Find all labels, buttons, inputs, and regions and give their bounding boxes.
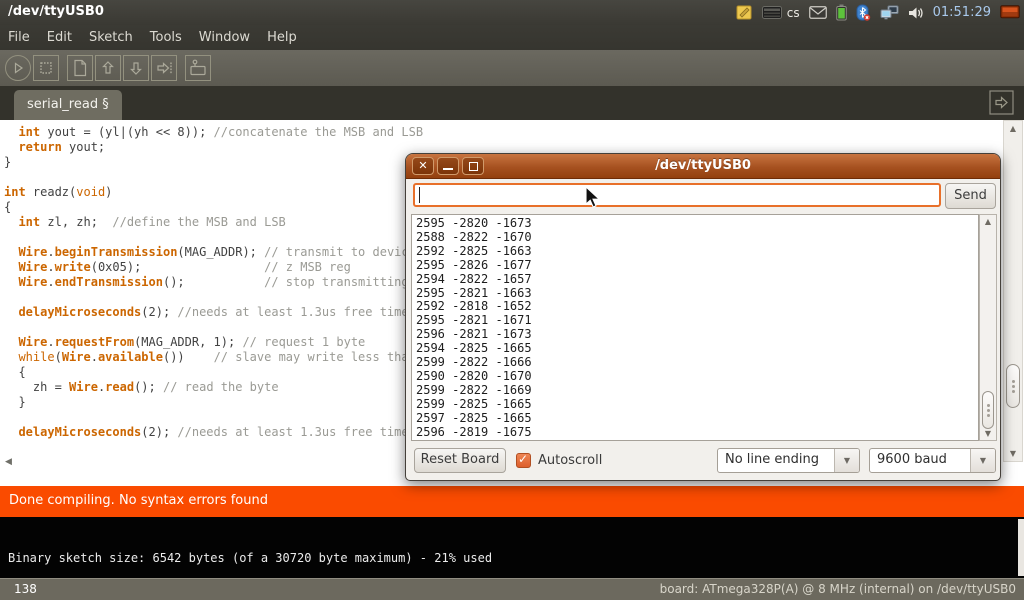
clock[interactable]: 01:51:29 <box>933 5 991 20</box>
compile-status-message: Done compiling. No syntax errors found <box>9 493 268 508</box>
line-ending-dropdown[interactable]: No line ending ▼ <box>717 448 860 473</box>
build-console: Binary sketch size: 6542 bytes (of a 307… <box>0 517 1024 578</box>
menu-edit[interactable]: Edit <box>47 30 72 45</box>
serial-line: 2597 -2825 -1665 <box>416 412 978 426</box>
keyboard-layout-label[interactable]: cs <box>787 6 800 20</box>
serial-output[interactable]: 2595 -2820 -16732588 -2822 -16702592 -28… <box>411 214 979 441</box>
menu-sketch[interactable]: Sketch <box>89 30 133 45</box>
chevron-down-icon[interactable]: ▼ <box>834 449 859 472</box>
editor-scrollbar-thumb[interactable] <box>1006 364 1020 408</box>
status-footer: 138 board: ATmega328P(A) @ 8 MHz (intern… <box>0 578 1024 600</box>
open-button[interactable] <box>95 55 121 81</box>
note-icon[interactable] <box>736 4 753 21</box>
reset-board-button[interactable]: Reset Board <box>414 448 506 473</box>
serial-line: 2588 -2822 -1670 <box>416 231 978 245</box>
tab-serial-read[interactable]: serial_read § <box>14 90 122 120</box>
serial-monitor-button[interactable] <box>185 55 211 81</box>
serial-input[interactable] <box>413 183 941 207</box>
scroll-down-icon[interactable]: ▼ <box>1004 449 1022 458</box>
save-button[interactable] <box>123 55 149 81</box>
serial-monitor-titlebar[interactable]: ✕ /dev/ttyUSB0 <box>406 154 1000 179</box>
serial-line: 2595 -2821 -1663 <box>416 287 978 301</box>
scroll-up-icon[interactable]: ▲ <box>980 217 996 226</box>
compile-status-bar: Done compiling. No syntax errors found <box>0 486 1024 517</box>
autoscroll-label: Autoscroll <box>538 453 602 468</box>
baud-rate-value: 9600 baud <box>877 452 947 467</box>
build-console-text: Binary sketch size: 6542 bytes (of a 307… <box>8 551 492 565</box>
mouse-cursor <box>584 186 604 214</box>
board-info: board: ATmega328P(A) @ 8 MHz (internal) … <box>660 582 1016 596</box>
serial-scrollbar-thumb[interactable] <box>982 391 994 429</box>
autoscroll-checkbox[interactable] <box>516 453 531 468</box>
serial-line: 2595 -2820 -1673 <box>416 217 978 231</box>
serial-line: 2599 -2825 -1665 <box>416 398 978 412</box>
panel-window-title: /dev/ttyUSB0 <box>8 4 104 19</box>
chevron-down-icon[interactable]: ▼ <box>970 449 995 472</box>
verify-button[interactable] <box>5 55 31 81</box>
line-number-indicator: 138 <box>14 582 37 596</box>
toolbar <box>0 50 1024 86</box>
console-scrollbar[interactable] <box>1018 519 1024 576</box>
screen: /dev/ttyUSB0 cs 01:51:29 File Edit Sketch T… <box>0 0 1024 600</box>
serial-line: 2594 -2822 -1657 <box>416 273 978 287</box>
serial-line: 2599 -2822 -1669 <box>416 384 978 398</box>
menu-tools[interactable]: Tools <box>150 30 182 45</box>
tab-menu-button[interactable] <box>989 90 1014 115</box>
menubar: File Edit Sketch Tools Window Help <box>0 25 1024 50</box>
new-sketch-button[interactable] <box>67 55 93 81</box>
upload-button[interactable] <box>151 55 177 81</box>
send-button[interactable]: Send <box>945 183 996 209</box>
serial-scrollbar[interactable]: ▲ ▼ <box>979 214 997 441</box>
serial-line: 2596 -2821 -1673 <box>416 328 978 342</box>
text-caret <box>419 187 420 203</box>
session-icon[interactable] <box>1000 5 1020 20</box>
menu-help[interactable]: Help <box>267 30 297 45</box>
serial-line: 2595 -2821 -1671 <box>416 314 978 328</box>
tabbar: serial_read § <box>0 86 1024 120</box>
editor-vertical-scrollbar[interactable]: ▲ ▼ <box>1003 120 1023 462</box>
network-icon[interactable] <box>880 5 899 20</box>
battery-icon[interactable] <box>836 4 847 21</box>
system-tray: cs 01:51:29 <box>736 0 1020 25</box>
menu-file[interactable]: File <box>8 30 30 45</box>
keyboard-icon[interactable] <box>762 6 782 19</box>
serial-line: 2599 -2822 -1666 <box>416 356 978 370</box>
serial-line: 2592 -2818 -1652 <box>416 300 978 314</box>
serial-line: 2596 -2819 -1675 <box>416 426 978 440</box>
baud-rate-dropdown[interactable]: 9600 baud ▼ <box>869 448 996 473</box>
serial-monitor-title: /dev/ttyUSB0 <box>406 154 1000 178</box>
scroll-up-icon[interactable]: ▲ <box>1004 124 1022 133</box>
serial-line: 2594 -2825 -1665 <box>416 342 978 356</box>
code-line: int yout = (yl|(yh << 8)); //concatenate… <box>4 125 1000 140</box>
scroll-down-icon[interactable]: ▼ <box>980 429 996 438</box>
serial-monitor-window: ✕ /dev/ttyUSB0 Send 2595 -2820 -16732588… <box>405 153 1001 481</box>
serial-line: 2595 -2826 -1677 <box>416 259 978 273</box>
system-panel: /dev/ttyUSB0 cs 01:51:29 <box>0 0 1024 25</box>
mail-icon[interactable] <box>809 6 827 19</box>
scroll-left-icon[interactable]: ◀ <box>5 457 12 467</box>
serial-monitor-controls: Reset Board Autoscroll No line ending ▼ … <box>406 442 1000 480</box>
serial-line: 2592 -2825 -1663 <box>416 245 978 259</box>
bluetooth-icon[interactable] <box>856 4 871 21</box>
serial-line: 2590 -2820 -1670 <box>416 370 978 384</box>
stop-button[interactable] <box>33 55 59 81</box>
volume-icon[interactable] <box>908 6 924 20</box>
line-ending-value: No line ending <box>725 452 819 467</box>
menu-window[interactable]: Window <box>199 30 250 45</box>
